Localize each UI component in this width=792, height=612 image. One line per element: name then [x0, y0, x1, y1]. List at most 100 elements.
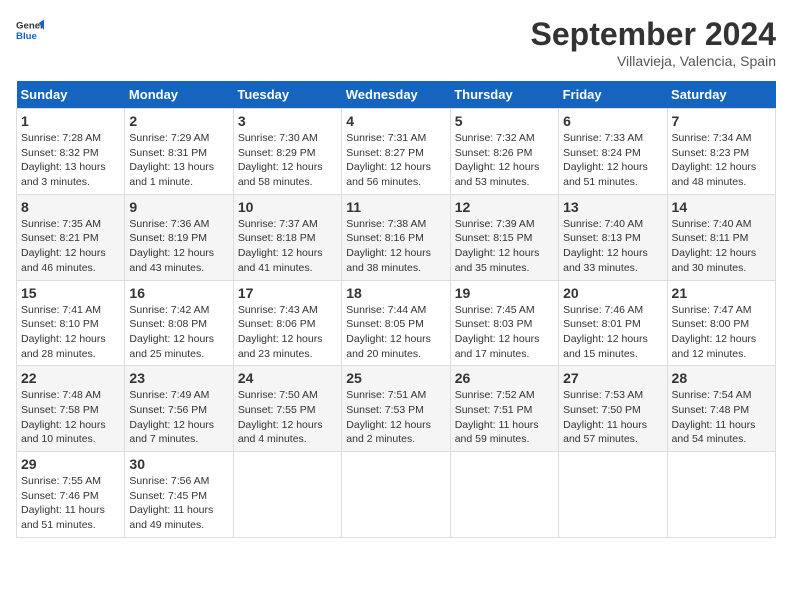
day-info: Sunrise: 7:37 AM Sunset: 8:18 PM Dayligh… — [238, 217, 337, 276]
day-info: Sunrise: 7:49 AM Sunset: 7:56 PM Dayligh… — [129, 388, 228, 447]
day-number: 8 — [21, 199, 120, 215]
table-row: 14 Sunrise: 7:40 AM Sunset: 8:11 PM Dayl… — [667, 194, 775, 280]
table-row: 9 Sunrise: 7:36 AM Sunset: 8:19 PM Dayli… — [125, 194, 233, 280]
day-info: Sunrise: 7:50 AM Sunset: 7:55 PM Dayligh… — [238, 388, 337, 447]
table-row: 30 Sunrise: 7:56 AM Sunset: 7:45 PM Dayl… — [125, 452, 233, 538]
table-row: 1 Sunrise: 7:28 AM Sunset: 8:32 PM Dayli… — [17, 109, 125, 195]
table-row — [559, 452, 667, 538]
day-info: Sunrise: 7:40 AM Sunset: 8:13 PM Dayligh… — [563, 217, 662, 276]
day-info: Sunrise: 7:34 AM Sunset: 8:23 PM Dayligh… — [672, 131, 771, 190]
day-number: 24 — [238, 370, 337, 386]
day-number: 6 — [563, 113, 662, 129]
table-row: 27 Sunrise: 7:53 AM Sunset: 7:50 PM Dayl… — [559, 366, 667, 452]
calendar-row-3: 15 Sunrise: 7:41 AM Sunset: 8:10 PM Dayl… — [17, 280, 776, 366]
calendar-row-4: 22 Sunrise: 7:48 AM Sunset: 7:58 PM Dayl… — [17, 366, 776, 452]
day-info: Sunrise: 7:36 AM Sunset: 8:19 PM Dayligh… — [129, 217, 228, 276]
table-row: 19 Sunrise: 7:45 AM Sunset: 8:03 PM Dayl… — [450, 280, 558, 366]
day-number: 3 — [238, 113, 337, 129]
day-info: Sunrise: 7:51 AM Sunset: 7:53 PM Dayligh… — [346, 388, 445, 447]
svg-text:General: General — [16, 20, 44, 31]
table-row: 21 Sunrise: 7:47 AM Sunset: 8:00 PM Dayl… — [667, 280, 775, 366]
day-info: Sunrise: 7:29 AM Sunset: 8:31 PM Dayligh… — [129, 131, 228, 190]
day-number: 28 — [672, 370, 771, 386]
calendar-row-5: 29 Sunrise: 7:55 AM Sunset: 7:46 PM Dayl… — [17, 452, 776, 538]
header-row: Sunday Monday Tuesday Wednesday Thursday… — [17, 81, 776, 109]
day-number: 11 — [346, 199, 445, 215]
day-info: Sunrise: 7:31 AM Sunset: 8:27 PM Dayligh… — [346, 131, 445, 190]
calendar-row-1: 1 Sunrise: 7:28 AM Sunset: 8:32 PM Dayli… — [17, 109, 776, 195]
table-row: 18 Sunrise: 7:44 AM Sunset: 8:05 PM Dayl… — [342, 280, 450, 366]
day-number: 22 — [21, 370, 120, 386]
day-info: Sunrise: 7:54 AM Sunset: 7:48 PM Dayligh… — [672, 388, 771, 447]
day-number: 17 — [238, 285, 337, 301]
title-block: September 2024 Villavieja, Valencia, Spa… — [531, 16, 776, 69]
col-sunday: Sunday — [17, 81, 125, 109]
col-tuesday: Tuesday — [233, 81, 341, 109]
table-row: 28 Sunrise: 7:54 AM Sunset: 7:48 PM Dayl… — [667, 366, 775, 452]
day-info: Sunrise: 7:40 AM Sunset: 8:11 PM Dayligh… — [672, 217, 771, 276]
day-info: Sunrise: 7:53 AM Sunset: 7:50 PM Dayligh… — [563, 388, 662, 447]
day-number: 30 — [129, 456, 228, 472]
day-info: Sunrise: 7:48 AM Sunset: 7:58 PM Dayligh… — [21, 388, 120, 447]
day-info: Sunrise: 7:30 AM Sunset: 8:29 PM Dayligh… — [238, 131, 337, 190]
day-info: Sunrise: 7:44 AM Sunset: 8:05 PM Dayligh… — [346, 303, 445, 362]
day-number: 7 — [672, 113, 771, 129]
table-row: 17 Sunrise: 7:43 AM Sunset: 8:06 PM Dayl… — [233, 280, 341, 366]
calendar-table: Sunday Monday Tuesday Wednesday Thursday… — [16, 81, 776, 538]
table-row: 10 Sunrise: 7:37 AM Sunset: 8:18 PM Dayl… — [233, 194, 341, 280]
table-row: 3 Sunrise: 7:30 AM Sunset: 8:29 PM Dayli… — [233, 109, 341, 195]
day-info: Sunrise: 7:28 AM Sunset: 8:32 PM Dayligh… — [21, 131, 120, 190]
logo-icon: General Blue — [16, 16, 44, 44]
day-info: Sunrise: 7:39 AM Sunset: 8:15 PM Dayligh… — [455, 217, 554, 276]
table-row: 12 Sunrise: 7:39 AM Sunset: 8:15 PM Dayl… — [450, 194, 558, 280]
month-title: September 2024 — [531, 16, 776, 53]
page-header: General Blue September 2024 Villavieja, … — [16, 16, 776, 69]
table-row: 11 Sunrise: 7:38 AM Sunset: 8:16 PM Dayl… — [342, 194, 450, 280]
day-number: 9 — [129, 199, 228, 215]
table-row: 13 Sunrise: 7:40 AM Sunset: 8:13 PM Dayl… — [559, 194, 667, 280]
table-row: 16 Sunrise: 7:42 AM Sunset: 8:08 PM Dayl… — [125, 280, 233, 366]
table-row: 20 Sunrise: 7:46 AM Sunset: 8:01 PM Dayl… — [559, 280, 667, 366]
day-number: 13 — [563, 199, 662, 215]
day-number: 14 — [672, 199, 771, 215]
calendar-row-2: 8 Sunrise: 7:35 AM Sunset: 8:21 PM Dayli… — [17, 194, 776, 280]
table-row: 26 Sunrise: 7:52 AM Sunset: 7:51 PM Dayl… — [450, 366, 558, 452]
table-row: 22 Sunrise: 7:48 AM Sunset: 7:58 PM Dayl… — [17, 366, 125, 452]
table-row: 24 Sunrise: 7:50 AM Sunset: 7:55 PM Dayl… — [233, 366, 341, 452]
svg-text:Blue: Blue — [16, 31, 37, 42]
table-row: 2 Sunrise: 7:29 AM Sunset: 8:31 PM Dayli… — [125, 109, 233, 195]
day-info: Sunrise: 7:47 AM Sunset: 8:00 PM Dayligh… — [672, 303, 771, 362]
col-monday: Monday — [125, 81, 233, 109]
table-row: 15 Sunrise: 7:41 AM Sunset: 8:10 PM Dayl… — [17, 280, 125, 366]
day-number: 29 — [21, 456, 120, 472]
table-row — [667, 452, 775, 538]
table-row — [342, 452, 450, 538]
table-row — [450, 452, 558, 538]
table-row: 29 Sunrise: 7:55 AM Sunset: 7:46 PM Dayl… — [17, 452, 125, 538]
day-number: 4 — [346, 113, 445, 129]
day-info: Sunrise: 7:45 AM Sunset: 8:03 PM Dayligh… — [455, 303, 554, 362]
logo: General Blue — [16, 16, 44, 44]
day-info: Sunrise: 7:41 AM Sunset: 8:10 PM Dayligh… — [21, 303, 120, 362]
day-number: 2 — [129, 113, 228, 129]
day-number: 23 — [129, 370, 228, 386]
table-row: 7 Sunrise: 7:34 AM Sunset: 8:23 PM Dayli… — [667, 109, 775, 195]
day-number: 27 — [563, 370, 662, 386]
day-info: Sunrise: 7:35 AM Sunset: 8:21 PM Dayligh… — [21, 217, 120, 276]
day-number: 19 — [455, 285, 554, 301]
table-row: 6 Sunrise: 7:33 AM Sunset: 8:24 PM Dayli… — [559, 109, 667, 195]
day-number: 21 — [672, 285, 771, 301]
day-number: 5 — [455, 113, 554, 129]
day-number: 20 — [563, 285, 662, 301]
day-number: 12 — [455, 199, 554, 215]
table-row: 4 Sunrise: 7:31 AM Sunset: 8:27 PM Dayli… — [342, 109, 450, 195]
day-info: Sunrise: 7:32 AM Sunset: 8:26 PM Dayligh… — [455, 131, 554, 190]
col-wednesday: Wednesday — [342, 81, 450, 109]
col-friday: Friday — [559, 81, 667, 109]
day-number: 15 — [21, 285, 120, 301]
day-number: 10 — [238, 199, 337, 215]
day-info: Sunrise: 7:33 AM Sunset: 8:24 PM Dayligh… — [563, 131, 662, 190]
location: Villavieja, Valencia, Spain — [531, 53, 776, 69]
col-saturday: Saturday — [667, 81, 775, 109]
table-row — [233, 452, 341, 538]
